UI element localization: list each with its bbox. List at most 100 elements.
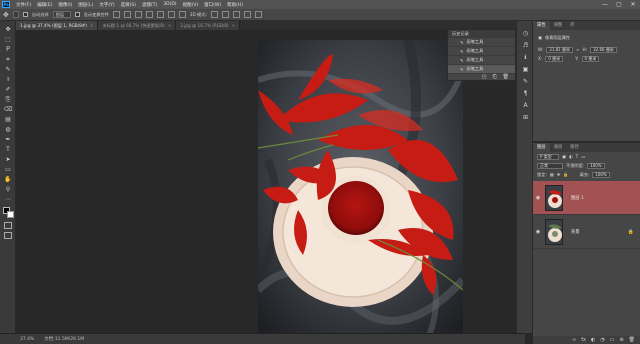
history-item[interactable]: ✎ 画笔工具 [448, 47, 515, 56]
audio-icon[interactable]: ♬ [521, 41, 530, 50]
new-snapshot-icon[interactable]: ⎗ [493, 74, 497, 81]
visibility-eye-icon[interactable]: ◉ [533, 229, 543, 235]
tool-preset-picker[interactable] [12, 11, 19, 18]
filter-pixel-icon[interactable]: ▣ [562, 154, 566, 159]
tab-properties[interactable]: 属性 [533, 21, 550, 30]
eraser-tool-icon[interactable]: ⌫ [3, 105, 13, 114]
tab-paths[interactable]: 路径 [566, 143, 583, 152]
tab-adjustments[interactable]: 调整 [550, 21, 567, 30]
delete-layer-icon[interactable]: 🗑 [629, 336, 635, 344]
tab-channels[interactable]: 通道 [550, 143, 567, 152]
path-selection-tool-icon[interactable]: ➤ [3, 155, 13, 164]
glyphs-icon[interactable]: ⊞ [521, 113, 530, 122]
character-icon[interactable]: A [521, 101, 530, 110]
type-tool-icon[interactable]: T [3, 145, 13, 154]
pen-tool-icon[interactable]: ✒ [3, 135, 13, 144]
align-bottom-icon[interactable] [167, 11, 175, 18]
menu-help[interactable]: 帮助(H) [224, 2, 246, 8]
menu-view[interactable]: 视图(V) [180, 2, 202, 8]
move-tool-icon[interactable]: ✥ [3, 11, 9, 19]
filter-adjust-icon[interactable]: ◐ [569, 154, 573, 159]
rotate-3d-icon[interactable] [210, 11, 218, 18]
healing-tool-icon[interactable]: ⚕ [3, 75, 13, 84]
menu-select[interactable]: 选择(S) [118, 2, 139, 8]
paragraph-icon[interactable]: ¶ [521, 89, 530, 98]
menu-file[interactable]: 文件(F) [13, 2, 34, 8]
width-field[interactable]: 21.81 厘米 [546, 46, 574, 53]
more-tools-icon[interactable]: ⋯ [3, 195, 13, 204]
show-transform-checkbox[interactable] [74, 12, 80, 17]
history-panel-icon[interactable]: ◷ [521, 29, 530, 38]
info-icon[interactable]: ℹ [521, 53, 530, 62]
tab-libraries[interactable]: 库 [566, 21, 578, 30]
move-tool-icon[interactable]: ✥ [3, 25, 13, 34]
brush-tool-icon[interactable]: ✐ [3, 85, 13, 94]
quick-mask-icon[interactable] [4, 222, 12, 229]
layer-row[interactable]: ◉ 背景 🔒 [533, 215, 640, 249]
crop-tool-icon[interactable]: ⌗ [3, 55, 13, 64]
history-item-selected[interactable]: ✎ 画笔工具 [448, 65, 515, 74]
new-layer-icon[interactable]: ⊕ [619, 336, 623, 344]
link-layers-icon[interactable]: ∞ [572, 336, 576, 344]
menu-window[interactable]: 窗口(W) [201, 2, 224, 8]
x-field[interactable]: 0 厘米 [545, 55, 564, 62]
align-right-icon[interactable] [134, 11, 142, 18]
dodge-tool-icon[interactable]: ◍ [3, 125, 13, 134]
lock-position-icon[interactable]: ✥ [557, 172, 561, 177]
swatches-icon[interactable]: ▣ [521, 65, 530, 74]
y-field[interactable]: 0 厘米 [581, 55, 600, 62]
menu-edit[interactable]: 编辑(E) [34, 2, 55, 8]
zoom-level[interactable]: 37.4% [20, 337, 34, 342]
scale-3d-icon[interactable] [254, 11, 262, 18]
close-button[interactable]: ✕ [626, 1, 640, 8]
history-item[interactable]: ✎ 画笔工具 [448, 38, 515, 47]
blend-mode-dropdown[interactable]: 正常 [537, 162, 563, 169]
filter-shape-icon[interactable]: ▭ [581, 154, 585, 159]
layer-kind-filter[interactable]: P 类型 [537, 153, 559, 160]
brush-settings-icon[interactable]: ✎ [521, 77, 530, 86]
document-canvas-image[interactable] [258, 40, 463, 338]
height-field[interactable]: 32.66 厘米 [590, 46, 617, 53]
hand-tool-icon[interactable]: ✋ [3, 175, 13, 184]
roll-3d-icon[interactable] [221, 11, 229, 18]
slide-3d-icon[interactable] [243, 11, 251, 18]
visibility-eye-icon[interactable]: ◉ [533, 195, 543, 201]
background-color-swatch[interactable] [7, 211, 14, 218]
distribute-icon[interactable] [178, 11, 186, 18]
eyedropper-tool-icon[interactable]: ✎ [3, 65, 13, 74]
layer-name[interactable]: 图层 1 [571, 195, 634, 201]
menu-layer[interactable]: 图层(L) [75, 2, 96, 8]
align-top-icon[interactable] [145, 11, 153, 18]
adjustment-layer-icon[interactable]: ◔ [600, 336, 604, 344]
add-mask-icon[interactable]: ◐ [591, 336, 595, 344]
document-tab[interactable]: 2.jpg @ 16.7% (RGB/8) × [176, 21, 241, 30]
document-info[interactable]: 文档:11.5M/26.1M [44, 336, 84, 342]
document-tab[interactable]: 未标题-1 @ 66.7% (快速蒙版/8) × [98, 21, 177, 30]
tab-layers[interactable]: 图层 [533, 143, 550, 152]
shape-tool-icon[interactable]: ▭ [3, 165, 13, 174]
delete-state-icon[interactable]: 🗑 [503, 74, 509, 81]
marquee-tool-icon[interactable]: ⬚ [3, 35, 13, 44]
auto-select-target-dropdown[interactable]: 图层 [52, 11, 71, 18]
zoom-tool-icon[interactable]: ⚲ [3, 185, 13, 194]
clone-stamp-tool-icon[interactable]: ⎘ [3, 95, 13, 104]
align-middle-icon[interactable] [156, 11, 164, 18]
screen-mode-icon[interactable] [4, 232, 12, 239]
close-tab-icon[interactable]: × [232, 23, 236, 28]
drag-3d-icon[interactable] [232, 11, 240, 18]
new-document-from-state-icon[interactable]: ◰ [482, 74, 487, 81]
new-group-icon[interactable]: ▭ [610, 336, 615, 344]
minimize-button[interactable]: — [598, 1, 612, 8]
filter-type-icon[interactable]: T [576, 154, 579, 159]
gradient-tool-icon[interactable]: ▤ [3, 115, 13, 124]
menu-image[interactable]: 图像(I) [55, 2, 75, 8]
link-icon[interactable]: ∞ [576, 47, 580, 52]
maximize-button[interactable]: ▢ [612, 1, 626, 8]
align-left-icon[interactable] [112, 11, 120, 18]
layer-style-icon[interactable]: fx [581, 336, 586, 344]
align-center-icon[interactable] [123, 11, 131, 18]
menu-type[interactable]: 文字(Y) [96, 2, 117, 8]
history-item[interactable]: ✎ 画笔工具 [448, 56, 515, 65]
layer-name[interactable]: 背景 [571, 229, 628, 235]
lasso-tool-icon[interactable]: ᑭ [3, 45, 13, 54]
